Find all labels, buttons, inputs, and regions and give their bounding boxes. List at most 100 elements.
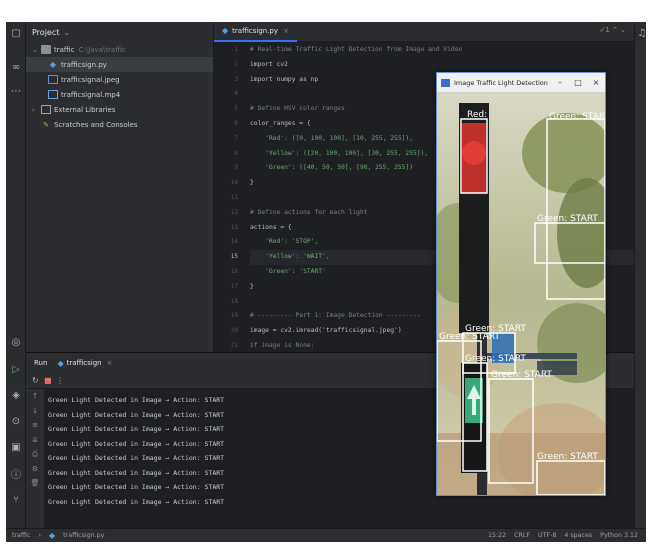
editor-tabs: ◆ trafficsign.py × <box>214 22 634 42</box>
tree-item-path: C:\Java\traffic <box>78 45 126 54</box>
python-file-icon: ◆ <box>57 358 64 368</box>
detection-box <box>546 118 605 300</box>
library-icon <box>41 105 51 114</box>
project-panel-header[interactable]: Project ⌄ <box>26 22 213 42</box>
tab-trafficsign-py[interactable]: ◆ trafficsign.py × <box>214 22 297 42</box>
detection-label: Green: START <box>537 452 598 462</box>
trash-icon[interactable]: 🗑 <box>26 476 44 491</box>
line-number: 14 <box>230 238 238 246</box>
detection-label: Green: START <box>491 370 552 380</box>
minimize-icon[interactable]: – <box>551 78 569 87</box>
tree-item-label: Scratches and Consoles <box>54 120 138 129</box>
tree-item-label: trafficsignal.jpeg <box>61 75 120 84</box>
close-icon[interactable]: × <box>587 78 605 87</box>
tree-item-trafficsignal-jpeg[interactable]: trafficsignal.jpeg <box>26 72 213 87</box>
line-number: 9 <box>234 164 238 172</box>
layers-tool-icon[interactable]: ◈ <box>9 388 23 402</box>
tree-item-scratches[interactable]: ✎ Scratches and Consoles <box>26 117 213 132</box>
down-arrow-icon[interactable]: ↓ <box>26 404 44 419</box>
detection-label: Green: START <box>537 214 598 224</box>
line-number: 16 <box>230 267 238 275</box>
run-panel-title: Run <box>34 359 48 367</box>
up-arrow-icon[interactable]: ↑ <box>26 389 44 404</box>
soft-wrap-icon[interactable]: ≡ <box>26 418 44 433</box>
cursor-position[interactable]: 15:22 <box>488 532 506 539</box>
detection-label: Green: START <box>465 354 526 364</box>
line-number: 2 <box>234 60 238 68</box>
app-icon <box>441 78 450 87</box>
detection-label: Green: START <box>549 112 605 122</box>
stop-icon[interactable]: ■ <box>44 376 56 385</box>
line-number: 17 <box>230 282 238 290</box>
tree-item-label: traffic <box>54 45 75 54</box>
line-separator[interactable]: CRLF <box>514 532 530 539</box>
line-number: 1 <box>234 46 238 53</box>
git-tool-icon[interactable]: ⑂ <box>9 492 23 506</box>
line-number: 13 <box>230 223 238 231</box>
scratches-icon: ✎ <box>43 120 49 129</box>
image-detection-window: Image Traffic Light Detection – □ × Red:… <box>436 72 606 496</box>
close-icon[interactable]: × <box>283 27 289 35</box>
chevron-down-icon[interactable]: ⌄ <box>32 46 41 54</box>
print-icon[interactable]: ⎙ <box>26 447 44 462</box>
code-line[interactable]: # Real-time Traffic Light Detection from… <box>250 43 634 58</box>
tree-item-label: External Libraries <box>54 105 116 114</box>
detection-box <box>534 222 605 264</box>
status-bar: traffic › ◆ trafficsign.py 15:22 CRLF UT… <box>6 528 646 542</box>
services-tool-icon[interactable]: ⊙ <box>9 414 23 428</box>
python-file-icon: ◆ <box>222 26 229 35</box>
video-file-icon <box>48 90 58 99</box>
settings-icon[interactable]: ⚙ <box>26 462 44 477</box>
close-icon[interactable]: × <box>107 359 113 367</box>
run-tool-icon[interactable]: ▷ <box>9 362 23 376</box>
run-tab-label[interactable]: trafficsign <box>67 359 102 367</box>
more-icon[interactable]: ⋮ <box>56 376 68 385</box>
console-line: Green Light Detected in Image → Action: … <box>48 497 225 506</box>
line-number: 10 <box>230 179 238 187</box>
detection-boxes: Red: Green: START Green: START Green: START… <box>437 110 605 495</box>
line-number: 8 <box>234 149 238 157</box>
project-tool-icon[interactable]: ▢ <box>9 26 23 40</box>
line-number: 11 <box>230 193 238 201</box>
breadcrumb-file[interactable]: trafficsign.py <box>63 532 104 539</box>
tree-item-traffic[interactable]: ⌄ traffic C:\Java\traffic <box>26 42 213 57</box>
line-number: 7 <box>234 134 238 142</box>
line-number: 4 <box>234 90 238 98</box>
chevron-right-icon[interactable]: › <box>32 106 41 114</box>
tree-item-label: trafficsignal.mp4 <box>61 90 121 99</box>
more-tools-icon[interactable]: ⋯ <box>9 84 23 98</box>
detection-box <box>460 118 488 194</box>
notifications-icon[interactable]: ♫ <box>635 26 646 40</box>
right-tool-strip: ♫ <box>634 22 646 528</box>
tree-item-trafficsign-py[interactable]: ◆ trafficsign.py <box>26 57 213 72</box>
tree-item-trafficsignal-mp4[interactable]: trafficsignal.mp4 <box>26 87 213 102</box>
run-side-toolbar: ↑ ↓ ≡ ⇊ ⎙ ⚙ 🗑 <box>26 389 44 528</box>
structure-tool-icon[interactable]: ∞ <box>9 60 23 74</box>
chevron-down-icon[interactable]: ⌄ <box>63 28 70 37</box>
tab-label: trafficsign.py <box>232 26 278 35</box>
tree-item-label: trafficsign.py <box>61 60 107 69</box>
image-window-titlebar[interactable]: Image Traffic Light Detection – □ × <box>437 73 605 93</box>
project-panel-title: Project <box>32 27 60 37</box>
tree-item-external-libraries[interactable]: › External Libraries <box>26 102 213 117</box>
line-number: 3 <box>234 75 238 83</box>
rerun-icon[interactable]: ↻ <box>32 376 44 385</box>
detection-box <box>488 378 534 484</box>
inspection-indicator[interactable]: ✓1 ⌃ ⌄ <box>600 26 627 34</box>
code-line[interactable]: import cv2 <box>250 58 634 73</box>
line-number: 12 <box>230 208 238 216</box>
problems-tool-icon[interactable]: ⓘ <box>9 466 23 481</box>
python-interpreter[interactable]: Python 3.12 <box>600 532 638 539</box>
file-encoding[interactable]: UTF-8 <box>538 532 556 539</box>
indent-setting[interactable]: 4 spaces <box>564 532 592 539</box>
image-window-title: Image Traffic Light Detection <box>454 78 548 87</box>
line-number: 18 <box>230 297 238 305</box>
scroll-end-icon[interactable]: ⇊ <box>26 433 44 448</box>
maximize-icon[interactable]: □ <box>569 78 587 87</box>
line-number: 6 <box>234 119 238 127</box>
line-number: 20 <box>230 327 238 335</box>
line-number: 15 <box>230 253 238 261</box>
breadcrumb-root[interactable]: traffic <box>12 532 30 539</box>
terminal-tool-icon[interactable]: ▣ <box>9 440 23 454</box>
python-packages-icon[interactable]: ◎ <box>9 335 23 349</box>
